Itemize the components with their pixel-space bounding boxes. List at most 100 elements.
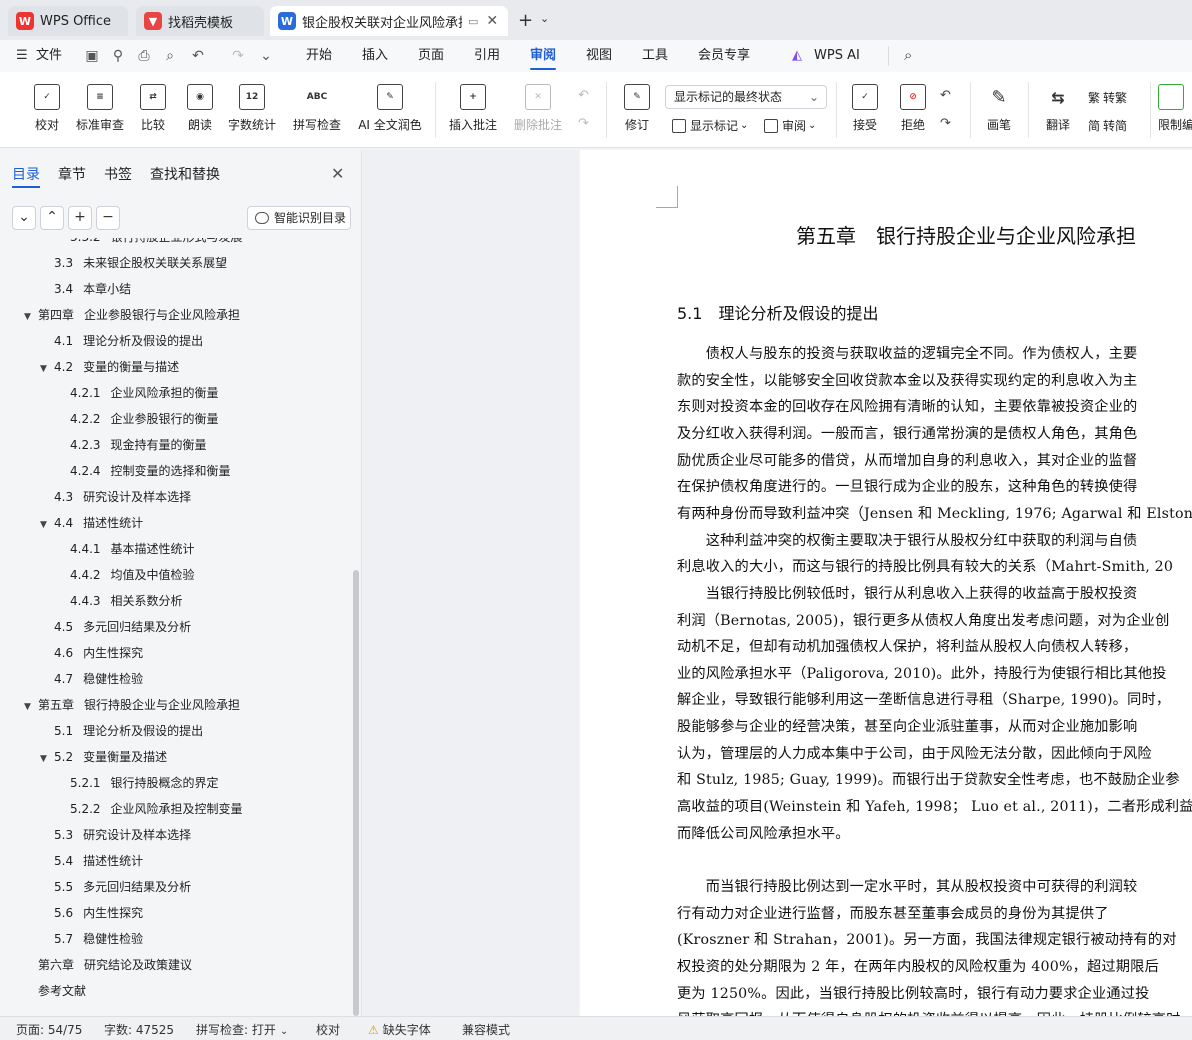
close-icon[interactable]: ✕: [486, 13, 498, 29]
smart-toc-button[interactable]: 智能识别目录: [247, 206, 351, 230]
toc-item[interactable]: 3.3 未来银企股权关联关系展望: [40, 250, 227, 276]
toc-item[interactable]: 5.2.1 银行持股概念的界定: [56, 770, 219, 796]
share-icon[interactable]: ⚲: [110, 48, 126, 64]
toc-item[interactable]: 5.1 理论分析及假设的提出: [40, 718, 203, 744]
translate-button[interactable]: ⇆ 翻译: [1040, 78, 1076, 142]
tab-wps-office[interactable]: W WPS Office: [8, 6, 128, 36]
markup-display-select[interactable]: 显示标记的最终状态 ⌄: [665, 85, 827, 109]
toc-item[interactable]: 4.2.1 企业风险承担的衡量: [56, 380, 219, 406]
menu-insert[interactable]: 插入: [362, 40, 388, 72]
expand-arrow-icon[interactable]: ▼: [40, 512, 54, 538]
add-heading-icon[interactable]: +: [68, 206, 92, 230]
spell-check-button[interactable]: ABC 拼写检查: [288, 78, 346, 142]
tab-bookmarks[interactable]: 书签: [104, 164, 132, 184]
tab-docer[interactable]: ▼ 找稻壳模板: [136, 6, 264, 36]
toc-item[interactable]: 3.3.2 银行持股企业形式与发展: [56, 238, 243, 250]
restrict-edit-button[interactable]: 限制编: [1158, 78, 1192, 142]
toc-item[interactable]: 4.4.2 均值及中值检验: [56, 562, 195, 588]
toc-item[interactable]: 4.7 稳健性检验: [40, 666, 143, 692]
save-icon[interactable]: ▣: [84, 48, 100, 64]
menu-member[interactable]: 会员专享: [698, 40, 750, 72]
search-icon[interactable]: ⌕: [904, 46, 912, 64]
toc-item[interactable]: 4.4.3 相关系数分析: [56, 588, 183, 614]
word-count[interactable]: 字数: 47525: [104, 1021, 174, 1038]
toc-item[interactable]: 参考文献: [24, 978, 86, 1004]
toc-item[interactable]: 5.3 研究设计及样本选择: [40, 822, 191, 848]
toc-item[interactable]: ▼ 第五章 银行持股企业与企业风险承担: [24, 692, 240, 718]
insert-comment-button[interactable]: + 插入批注: [446, 78, 500, 142]
expand-arrow-icon[interactable]: ▼: [40, 356, 54, 382]
print-icon[interactable]: ⎙: [136, 48, 152, 64]
reject-button[interactable]: ⊘ 拒绝: [894, 78, 932, 142]
proofread-status[interactable]: 校对: [316, 1021, 340, 1038]
read-aloud-button[interactable]: ◉ 朗读: [184, 78, 216, 142]
toc-item[interactable]: ▼ 4.2 变量的衡量与描述: [40, 354, 179, 380]
toc-item[interactable]: 5.2.2 企业风险承担及控制变量: [56, 796, 243, 822]
standard-review-button[interactable]: ≡ 标准审查: [74, 78, 126, 142]
toc-item[interactable]: ▼ 5.2 变量衡量及描述: [40, 744, 167, 770]
toc-item[interactable]: 5.6 内生性探究: [40, 900, 143, 926]
expand-arrow-icon[interactable]: ▼: [24, 304, 38, 330]
previous-change-icon[interactable]: ↶: [940, 88, 951, 103]
toc-item[interactable]: 4.3 研究设计及样本选择: [40, 484, 191, 510]
collapse-up-icon[interactable]: ⌃: [40, 206, 64, 230]
tab-document[interactable]: W 银企股权关联对企业风险承担 ▭ ✕: [270, 6, 508, 36]
toc-item[interactable]: 5.4 描述性统计: [40, 848, 143, 874]
page-indicator[interactable]: 页面: 54/75: [16, 1021, 82, 1038]
toc-item[interactable]: ▼ 4.4 描述性统计: [40, 510, 143, 536]
accept-button[interactable]: ✓ 接受: [846, 78, 884, 142]
delete-comment-button[interactable]: ✕ 删除批注: [508, 78, 568, 142]
tab-toc[interactable]: 目录: [12, 164, 40, 188]
menu-references[interactable]: 引用: [474, 40, 500, 72]
tab-find-replace[interactable]: 查找和替换: [150, 164, 220, 184]
menu-wps-ai[interactable]: WPS AI: [814, 40, 860, 72]
toc-item[interactable]: ▼ 第四章 企业参股银行与企业风险承担: [24, 302, 240, 328]
print-preview-icon[interactable]: ⌕: [162, 48, 178, 64]
next-comment-icon[interactable]: ↷: [578, 116, 589, 131]
toc-item[interactable]: 5.5 多元回归结果及分析: [40, 874, 191, 900]
toc-item[interactable]: 4.4.1 基本描述性统计: [56, 536, 195, 562]
missing-font-status[interactable]: ⚠ 缺失字体: [368, 1021, 431, 1038]
tab-chapters[interactable]: 章节: [58, 164, 86, 184]
menu-review[interactable]: 审阅: [530, 40, 557, 72]
to-traditional-button[interactable]: 繁转繁: [1088, 89, 1127, 106]
toc-item[interactable]: 4.1 理论分析及假设的提出: [40, 328, 203, 354]
proofread-button[interactable]: ✓ 校对: [30, 78, 64, 142]
menu-page[interactable]: 页面: [418, 40, 444, 72]
undo-icon[interactable]: ↶: [190, 48, 206, 64]
pen-button[interactable]: ✎ 画笔: [984, 78, 1014, 142]
redo-icon[interactable]: ↷: [230, 48, 246, 64]
remove-heading-icon[interactable]: −: [96, 206, 120, 230]
menu-file[interactable]: 文件: [36, 40, 62, 72]
toc-item[interactable]: 4.2.4 控制变量的选择和衡量: [56, 458, 231, 484]
new-tab-icon[interactable]: +: [518, 10, 533, 31]
spell-check-status[interactable]: 拼写检查: 打开 ⌄: [196, 1021, 288, 1038]
toc-item[interactable]: 4.2.2 企业参股银行的衡量: [56, 406, 219, 432]
expand-arrow-icon[interactable]: ▼: [24, 694, 38, 720]
previous-comment-icon[interactable]: ↶: [578, 88, 589, 103]
word-count-button[interactable]: 12 字数统计: [226, 78, 278, 142]
monitor-icon[interactable]: ▭: [468, 15, 478, 28]
toc-item[interactable]: 4.6 内生性探究: [40, 640, 143, 666]
menu-tools[interactable]: 工具: [642, 40, 668, 72]
close-icon[interactable]: ✕: [331, 164, 344, 183]
document-page[interactable]: 第五章 银行持股企业与企业风险承担 5.1 理论分析及假设的提出 债权人与股东的…: [580, 150, 1192, 1016]
hamburger-icon[interactable]: ☰: [16, 48, 28, 63]
review-pane-button[interactable]: 审阅 ⌄: [764, 117, 816, 134]
menu-home[interactable]: 开始: [306, 40, 332, 72]
track-changes-button[interactable]: ✎ 修订: [618, 78, 656, 142]
ai-polish-button[interactable]: ✎ AI 全文润色: [356, 78, 424, 142]
toc-item[interactable]: 4.5 多元回归结果及分析: [40, 614, 191, 640]
show-markup-button[interactable]: 显示标记 ⌄: [672, 117, 748, 134]
expand-arrow-icon[interactable]: ▼: [40, 746, 54, 772]
chevron-down-icon[interactable]: ⌄: [540, 12, 549, 25]
toc-item[interactable]: 3.4 本章小结: [40, 276, 131, 302]
quick-access-more-icon[interactable]: ⌄: [258, 48, 274, 64]
toc-item[interactable]: 5.7 稳健性检验: [40, 926, 143, 952]
menu-view[interactable]: 视图: [586, 40, 612, 72]
scrollbar[interactable]: [353, 570, 359, 1016]
to-simplified-button[interactable]: 简转简: [1088, 117, 1127, 134]
next-change-icon[interactable]: ↷: [940, 116, 951, 131]
toc-item[interactable]: 4.2.3 现金持有量的衡量: [56, 432, 207, 458]
expand-down-icon[interactable]: ⌄: [12, 206, 36, 230]
